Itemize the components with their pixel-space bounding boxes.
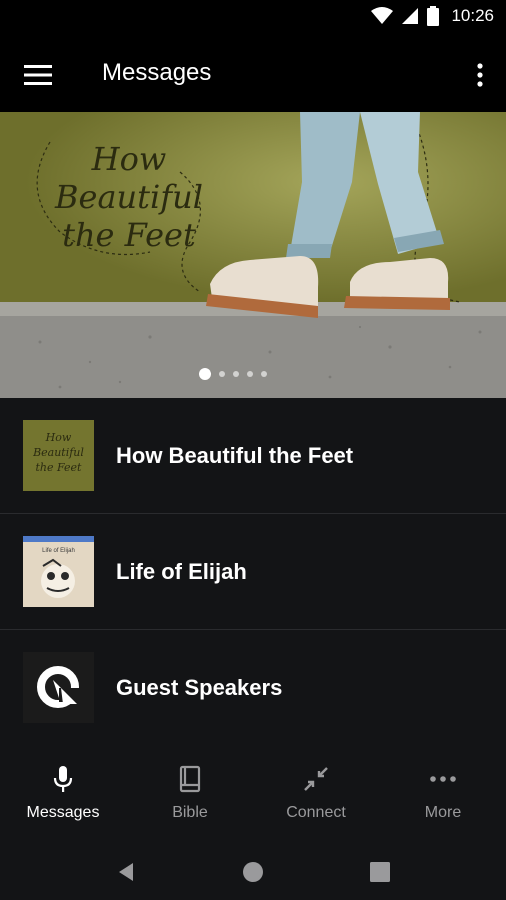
banner-title-line-1: How [91,140,167,178]
system-recents-button[interactable] [362,854,398,890]
thumbnail-title-line-3: the Feet [35,461,82,474]
carousel-dot-4[interactable] [247,371,253,377]
cell-signal-icon [402,8,419,24]
nav-connect-label: Connect [286,804,346,821]
microphone-icon [53,766,73,792]
nav-messages-label: Messages [26,804,100,821]
carousel-dot-1[interactable] [199,368,211,380]
back-triangle-icon [119,863,133,881]
carousel-dot-3[interactable] [233,371,239,377]
system-home-button[interactable] [235,854,271,890]
nav-bible[interactable]: Bible [127,744,253,844]
church-logo-icon [37,666,79,708]
carousel-indicator [0,368,506,380]
nav-connect[interactable]: Connect [253,744,379,844]
carousel-dot-5[interactable] [261,371,267,377]
recents-square-icon [370,862,390,882]
status-bar: 10:26 [0,0,506,37]
thumbnail-title-line-1: How [45,431,72,444]
series-title: How Beautiful the Feet [116,442,354,468]
home-circle-icon [243,862,263,882]
system-navigation-bar [0,844,506,900]
banner-title-line-3: the Feet [62,216,196,254]
thumbnail-title: How Beautiful the Feet [23,430,94,475]
banner-title: How Beautiful the Feet [55,140,203,254]
list-item[interactable]: Life of Elijah Life of Elijah [0,514,506,630]
app-bar: Messages [0,37,506,112]
elijah-illustration [41,558,75,598]
nav-bible-label: Bible [172,804,208,821]
nav-messages[interactable]: Messages [0,744,126,844]
series-thumbnail: Life of Elijah [23,536,94,607]
page-title: Messages [102,59,212,86]
series-list: How Beautiful the Feet How Beautiful the… [0,398,506,746]
overflow-menu-button[interactable] [468,55,492,95]
nav-more[interactable]: More [380,744,506,844]
list-item[interactable]: How Beautiful the Feet How Beautiful the… [0,398,506,514]
more-horizontal-icon [430,776,456,782]
series-title: Guest Speakers [116,674,283,700]
carousel-dot-2[interactable] [219,371,225,377]
list-item[interactable]: Guest Speakers [0,630,506,746]
wifi-icon [371,7,394,24]
status-time: 10:26 [451,6,494,25]
book-icon [179,765,201,793]
series-thumbnail: How Beautiful the Feet [23,420,94,491]
featured-banner[interactable]: How Beautiful the Feet [0,112,506,398]
banner-title-line-2: Beautiful [55,178,203,216]
menu-button[interactable] [18,55,58,95]
status-icons: 10:26 [371,6,494,26]
more-vertical-icon [477,63,483,87]
series-thumbnail [23,652,94,723]
battery-icon [427,6,440,26]
series-title: Life of Elijah [116,558,247,584]
connect-icon [304,767,328,791]
system-back-button[interactable] [108,854,144,890]
thumbnail-title-line-2: Beautiful [33,446,84,459]
hamburger-menu-icon [24,65,52,85]
bottom-navigation: Messages Bible Connect More [0,744,506,844]
nav-more-label: More [424,804,462,821]
